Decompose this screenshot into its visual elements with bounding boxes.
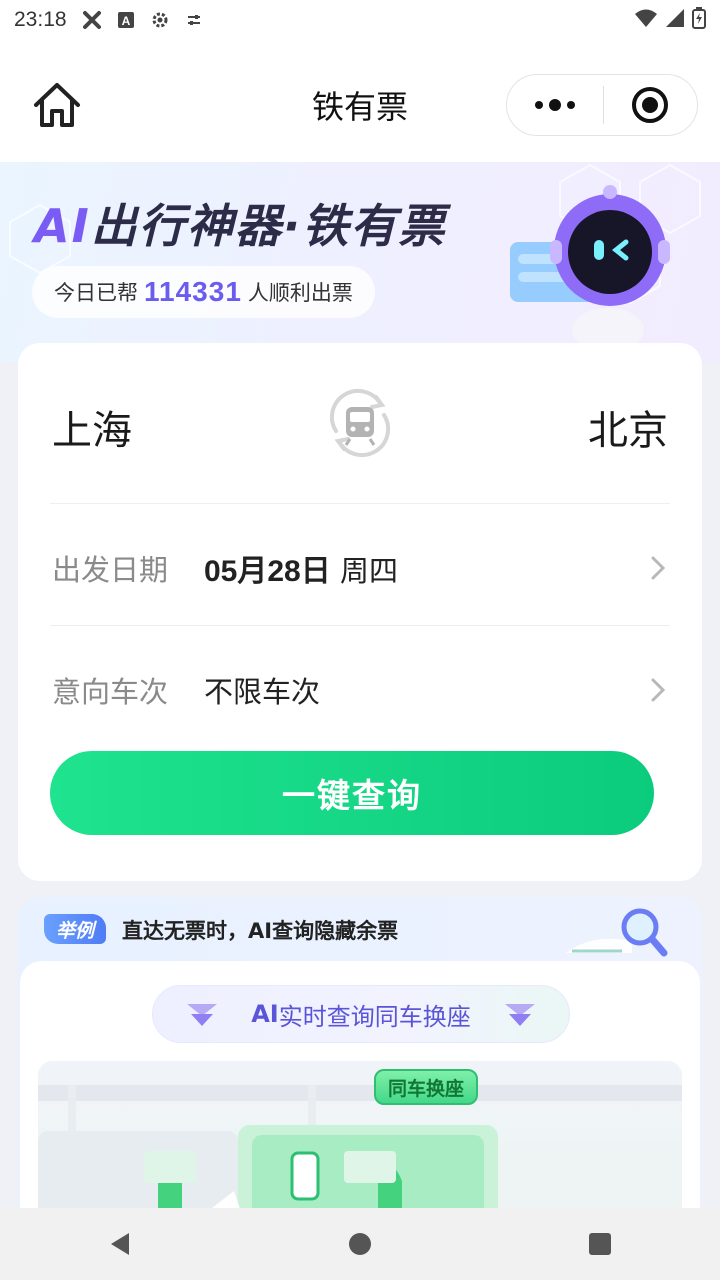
wifi-icon <box>634 8 658 33</box>
robot-icon <box>510 185 670 350</box>
banner-title-rest: 出行神器·铁有票 <box>90 199 447 253</box>
pill-prefix: 今日已帮 <box>54 281 138 305</box>
svg-text:A: A <box>121 14 130 28</box>
promo-banner: AI出行神器·铁有票 今日已帮 114331 人顺利出票 <box>0 162 720 362</box>
search-card: 上海 北京 出发日期 05月28日 周四 意向车次 不限车次 一键查询 <box>18 343 702 881</box>
train-interior-illustration: 同车换座 <box>38 1061 682 1227</box>
example-text: 直达无票时，AI查询隐藏余票 <box>122 919 399 943</box>
magnifier-train-icon <box>566 908 668 957</box>
tools-icon <box>81 9 103 31</box>
example-badge: 举例 <box>44 914 107 944</box>
back-triangle-icon <box>111 1233 129 1255</box>
target-circle-icon <box>632 87 669 123</box>
home-circle-icon <box>349 1233 371 1255</box>
home-icon <box>34 83 80 127</box>
example-card: 举例 直达无票时，AI查询隐藏余票 AI 实时查询同车换座 同车换座 <box>18 897 702 1227</box>
date-value-date: 05月28日 <box>204 555 331 588</box>
battery-charging-icon <box>692 6 706 34</box>
navigation-bar <box>0 1208 720 1280</box>
arrival-city[interactable]: 北京 <box>588 398 668 456</box>
home-button[interactable] <box>30 78 84 132</box>
chevron-right-icon <box>651 678 666 702</box>
example-content: AI 实时查询同车换座 同车换座 <box>20 961 700 1227</box>
chevron-down-icon <box>187 1004 217 1026</box>
gear-icon <box>149 9 171 31</box>
train-label: 意向车次 <box>52 675 169 709</box>
title-bar: 铁有票 <box>0 40 720 162</box>
signal-icon <box>664 8 686 33</box>
close-button[interactable] <box>604 75 698 135</box>
banner-title-ai: AI <box>34 199 91 253</box>
chevron-down-icon <box>505 1004 535 1026</box>
success-count: 114331 <box>144 276 242 307</box>
date-value-weekday: 周四 <box>339 554 398 588</box>
banner-title: AI出行神器·铁有票 <box>34 190 446 256</box>
preferred-train-row[interactable]: 意向车次 不限车次 <box>18 645 702 735</box>
a-icon: A <box>115 9 137 31</box>
recents-square-icon <box>589 1233 611 1255</box>
date-label: 出发日期 <box>52 553 169 587</box>
sliders-icon <box>183 9 205 31</box>
swap-cities-button[interactable] <box>324 387 396 459</box>
subtitle-ai: AI <box>251 1000 279 1028</box>
status-right <box>634 6 706 34</box>
subtitle-rest: 实时查询同车换座 <box>278 1002 471 1031</box>
home-nav-button[interactable] <box>330 1214 390 1274</box>
more-dots-icon <box>534 99 575 111</box>
row-divider <box>50 625 670 626</box>
query-button[interactable]: 一键查询 <box>50 751 654 835</box>
mini-program-capsule <box>506 74 698 136</box>
row-divider <box>50 503 670 504</box>
pill-suffix: 人顺利出票 <box>247 281 353 305</box>
train-value: 不限车次 <box>204 675 321 709</box>
train-seats-image <box>38 1085 682 1227</box>
departure-date-row[interactable]: 出发日期 05月28日 周四 <box>18 523 702 613</box>
more-button[interactable] <box>507 75 603 135</box>
train-swap-icon <box>329 388 391 458</box>
departure-city[interactable]: 上海 <box>52 398 132 456</box>
chevron-right-icon <box>651 556 666 580</box>
status-bar: 23:18 A <box>0 0 720 40</box>
status-time: 23:18 <box>14 8 67 31</box>
date-value: 05月28日 周四 <box>204 546 398 590</box>
seat-swap-tag: 同车换座 <box>374 1069 479 1105</box>
realtime-seat-swap-pill: AI 实时查询同车换座 <box>152 985 570 1043</box>
success-count-pill: 今日已帮 114331 人顺利出票 <box>32 266 375 318</box>
recents-button[interactable] <box>570 1214 630 1274</box>
back-button[interactable] <box>90 1214 150 1274</box>
